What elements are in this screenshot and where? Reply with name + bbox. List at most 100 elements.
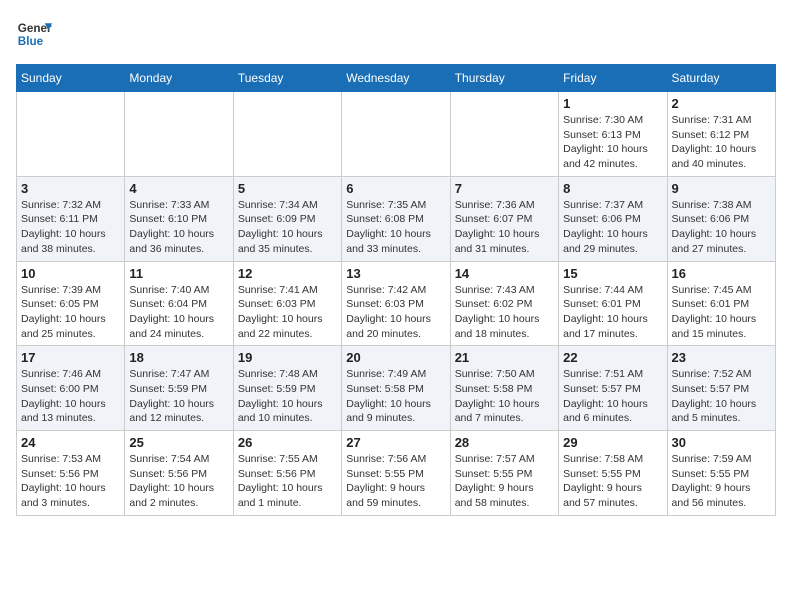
svg-text:Blue: Blue: [18, 35, 44, 48]
calendar-cell: 27 Sunrise: 7:56 AM Sunset: 5:55 PM Dayli…: [342, 431, 450, 516]
day-number: 3: [21, 181, 120, 196]
day-info: Sunrise: 7:32 AM Sunset: 6:11 PM Dayligh…: [21, 198, 120, 257]
calendar-week-row: 1 Sunrise: 7:30 AM Sunset: 6:13 PM Daylig…: [17, 92, 776, 177]
day-info: Sunrise: 7:45 AM Sunset: 6:01 PM Dayligh…: [672, 283, 771, 342]
calendar-cell: 8 Sunrise: 7:37 AM Sunset: 6:06 PM Daylig…: [559, 176, 667, 261]
calendar-cell: 24 Sunrise: 7:53 AM Sunset: 5:56 PM Dayli…: [17, 431, 125, 516]
day-number: 19: [238, 350, 337, 365]
day-info: Sunrise: 7:48 AM Sunset: 5:59 PM Dayligh…: [238, 367, 337, 426]
calendar-week-row: 17Sunrise: 7:46 AM Sunset: 6:00 PM Dayli…: [17, 346, 776, 431]
calendar-cell: 3 Sunrise: 7:32 AM Sunset: 6:11 PM Daylig…: [17, 176, 125, 261]
day-number: 4: [129, 181, 228, 196]
day-info: Sunrise: 7:59 AM Sunset: 5:55 PM Dayligh…: [672, 452, 771, 511]
calendar-cell: [233, 92, 341, 177]
day-number: 16: [672, 266, 771, 281]
day-number: 2: [672, 96, 771, 111]
day-info: Sunrise: 7:58 AM Sunset: 5:55 PM Dayligh…: [563, 452, 662, 511]
day-info: Sunrise: 7:57 AM Sunset: 5:55 PM Dayligh…: [455, 452, 554, 511]
calendar-week-row: 10 Sunrise: 7:39 AM Sunset: 6:05 PM Dayli…: [17, 261, 776, 346]
calendar-cell: 12 Sunrise: 7:41 AM Sunset: 6:03 PM Dayli…: [233, 261, 341, 346]
day-info: Sunrise: 7:33 AM Sunset: 6:10 PM Dayligh…: [129, 198, 228, 257]
day-info: Sunrise: 7:50 AM Sunset: 5:58 PM Dayligh…: [455, 367, 554, 426]
day-info: Sunrise: 7:35 AM Sunset: 6:08 PM Dayligh…: [346, 198, 445, 257]
calendar-cell: 10 Sunrise: 7:39 AM Sunset: 6:05 PM Dayli…: [17, 261, 125, 346]
day-number: 17: [21, 350, 120, 365]
calendar-week-row: 3 Sunrise: 7:32 AM Sunset: 6:11 PM Daylig…: [17, 176, 776, 261]
day-info: Sunrise: 7:44 AM Sunset: 6:01 PM Dayligh…: [563, 283, 662, 342]
day-number: 12: [238, 266, 337, 281]
calendar-cell: 25Sunrise: 7:54 AM Sunset: 5:56 PM Dayli…: [125, 431, 233, 516]
day-info: Sunrise: 7:42 AM Sunset: 6:03 PM Dayligh…: [346, 283, 445, 342]
calendar-cell: 26 Sunrise: 7:55 AM Sunset: 5:56 PM Dayli…: [233, 431, 341, 516]
day-number: 20: [346, 350, 445, 365]
calendar-cell: 23 Sunrise: 7:52 AM Sunset: 5:57 PM Dayli…: [667, 346, 775, 431]
calendar-cell: 21Sunrise: 7:50 AM Sunset: 5:58 PM Dayli…: [450, 346, 558, 431]
day-info: Sunrise: 7:41 AM Sunset: 6:03 PM Dayligh…: [238, 283, 337, 342]
weekday-header-tuesday: Tuesday: [233, 65, 341, 92]
day-info: Sunrise: 7:36 AM Sunset: 6:07 PM Dayligh…: [455, 198, 554, 257]
calendar-cell: 14 Sunrise: 7:43 AM Sunset: 6:02 PM Dayli…: [450, 261, 558, 346]
day-info: Sunrise: 7:39 AM Sunset: 6:05 PM Dayligh…: [21, 283, 120, 342]
calendar-cell: 15 Sunrise: 7:44 AM Sunset: 6:01 PM Dayli…: [559, 261, 667, 346]
day-info: Sunrise: 7:34 AM Sunset: 6:09 PM Dayligh…: [238, 198, 337, 257]
day-info: Sunrise: 7:51 AM Sunset: 5:57 PM Dayligh…: [563, 367, 662, 426]
day-number: 27: [346, 435, 445, 450]
day-number: 6: [346, 181, 445, 196]
calendar-cell: [125, 92, 233, 177]
day-number: 1: [563, 96, 662, 111]
day-number: 14: [455, 266, 554, 281]
day-info: Sunrise: 7:53 AM Sunset: 5:56 PM Dayligh…: [21, 452, 120, 511]
calendar-week-row: 24 Sunrise: 7:53 AM Sunset: 5:56 PM Dayli…: [17, 431, 776, 516]
calendar-cell: 7Sunrise: 7:36 AM Sunset: 6:07 PM Daylig…: [450, 176, 558, 261]
day-number: 9: [672, 181, 771, 196]
weekday-header-row: SundayMondayTuesdayWednesdayThursdayFrid…: [17, 65, 776, 92]
calendar-cell: [450, 92, 558, 177]
calendar-cell: 17Sunrise: 7:46 AM Sunset: 6:00 PM Dayli…: [17, 346, 125, 431]
calendar-cell: [342, 92, 450, 177]
day-number: 22: [563, 350, 662, 365]
calendar-cell: 5 Sunrise: 7:34 AM Sunset: 6:09 PM Daylig…: [233, 176, 341, 261]
calendar-cell: 16 Sunrise: 7:45 AM Sunset: 6:01 PM Dayli…: [667, 261, 775, 346]
day-number: 13: [346, 266, 445, 281]
weekday-header-friday: Friday: [559, 65, 667, 92]
calendar-cell: 1 Sunrise: 7:30 AM Sunset: 6:13 PM Daylig…: [559, 92, 667, 177]
weekday-header-thursday: Thursday: [450, 65, 558, 92]
day-info: Sunrise: 7:49 AM Sunset: 5:58 PM Dayligh…: [346, 367, 445, 426]
day-number: 26: [238, 435, 337, 450]
logo: General Blue: [16, 16, 52, 52]
weekday-header-monday: Monday: [125, 65, 233, 92]
day-info: Sunrise: 7:56 AM Sunset: 5:55 PM Dayligh…: [346, 452, 445, 511]
day-number: 11: [129, 266, 228, 281]
calendar-cell: 18 Sunrise: 7:47 AM Sunset: 5:59 PM Dayli…: [125, 346, 233, 431]
day-number: 30: [672, 435, 771, 450]
calendar-cell: 28Sunrise: 7:57 AM Sunset: 5:55 PM Dayli…: [450, 431, 558, 516]
day-info: Sunrise: 7:47 AM Sunset: 5:59 PM Dayligh…: [129, 367, 228, 426]
day-number: 18: [129, 350, 228, 365]
logo-icon: General Blue: [16, 16, 52, 52]
weekday-header-sunday: Sunday: [17, 65, 125, 92]
calendar-cell: 30 Sunrise: 7:59 AM Sunset: 5:55 PM Dayli…: [667, 431, 775, 516]
calendar-cell: [17, 92, 125, 177]
day-info: Sunrise: 7:43 AM Sunset: 6:02 PM Dayligh…: [455, 283, 554, 342]
day-number: 23: [672, 350, 771, 365]
calendar-cell: 6 Sunrise: 7:35 AM Sunset: 6:08 PM Daylig…: [342, 176, 450, 261]
calendar-cell: 13 Sunrise: 7:42 AM Sunset: 6:03 PM Dayli…: [342, 261, 450, 346]
day-info: Sunrise: 7:38 AM Sunset: 6:06 PM Dayligh…: [672, 198, 771, 257]
page-header: General Blue: [16, 16, 776, 52]
day-number: 25: [129, 435, 228, 450]
day-number: 15: [563, 266, 662, 281]
calendar-cell: 22 Sunrise: 7:51 AM Sunset: 5:57 PM Dayli…: [559, 346, 667, 431]
calendar-cell: 19 Sunrise: 7:48 AM Sunset: 5:59 PM Dayli…: [233, 346, 341, 431]
weekday-header-saturday: Saturday: [667, 65, 775, 92]
day-info: Sunrise: 7:37 AM Sunset: 6:06 PM Dayligh…: [563, 198, 662, 257]
day-number: 8: [563, 181, 662, 196]
day-info: Sunrise: 7:30 AM Sunset: 6:13 PM Dayligh…: [563, 113, 662, 172]
calendar-cell: 11Sunrise: 7:40 AM Sunset: 6:04 PM Dayli…: [125, 261, 233, 346]
day-info: Sunrise: 7:52 AM Sunset: 5:57 PM Dayligh…: [672, 367, 771, 426]
day-number: 10: [21, 266, 120, 281]
calendar-cell: 20 Sunrise: 7:49 AM Sunset: 5:58 PM Dayli…: [342, 346, 450, 431]
day-number: 29: [563, 435, 662, 450]
day-number: 24: [21, 435, 120, 450]
day-number: 5: [238, 181, 337, 196]
day-info: Sunrise: 7:55 AM Sunset: 5:56 PM Dayligh…: [238, 452, 337, 511]
